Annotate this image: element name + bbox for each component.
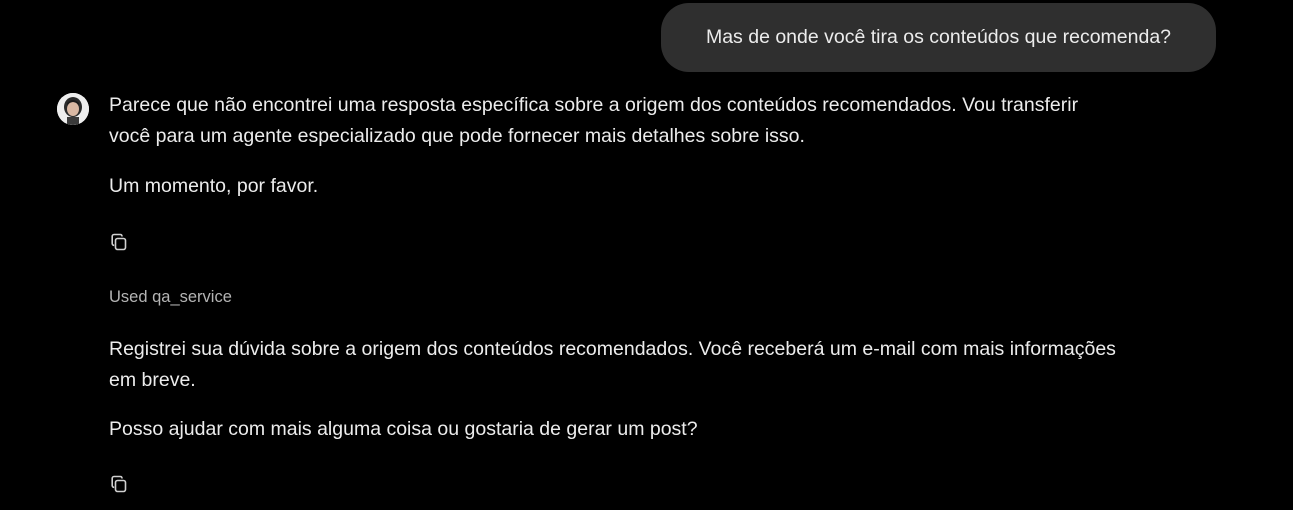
copy-icon: [111, 475, 127, 493]
assistant-reply-2-line-2: em breve.: [109, 369, 196, 391]
user-message-bubble: Mas de onde você tira os conteúdos que r…: [661, 3, 1216, 72]
user-message-text: Mas de onde você tira os conteúdos que r…: [705, 26, 1172, 48]
avatar-icon: [57, 93, 89, 125]
copy-button-2[interactable]: [107, 472, 131, 496]
assistant-reply-1-line-1: Parece que não encontrei uma resposta es…: [109, 94, 1079, 116]
assistant-reply-1-line-2: você para um agente especializado que po…: [109, 125, 805, 147]
assistant-reply-2-paragraph-2: Posso ajudar com mais alguma coisa ou go…: [109, 418, 698, 440]
assistant-avatar: [57, 93, 89, 125]
copy-icon: [111, 233, 127, 251]
assistant-reply-2-line-1: Registrei sua dúvida sobre a origem dos …: [109, 338, 1116, 360]
assistant-reply-1-paragraph-2: Um momento, por favor.: [109, 175, 319, 197]
tool-usage-label[interactable]: Used qa_service: [109, 286, 232, 308]
copy-button-1[interactable]: [107, 230, 131, 254]
